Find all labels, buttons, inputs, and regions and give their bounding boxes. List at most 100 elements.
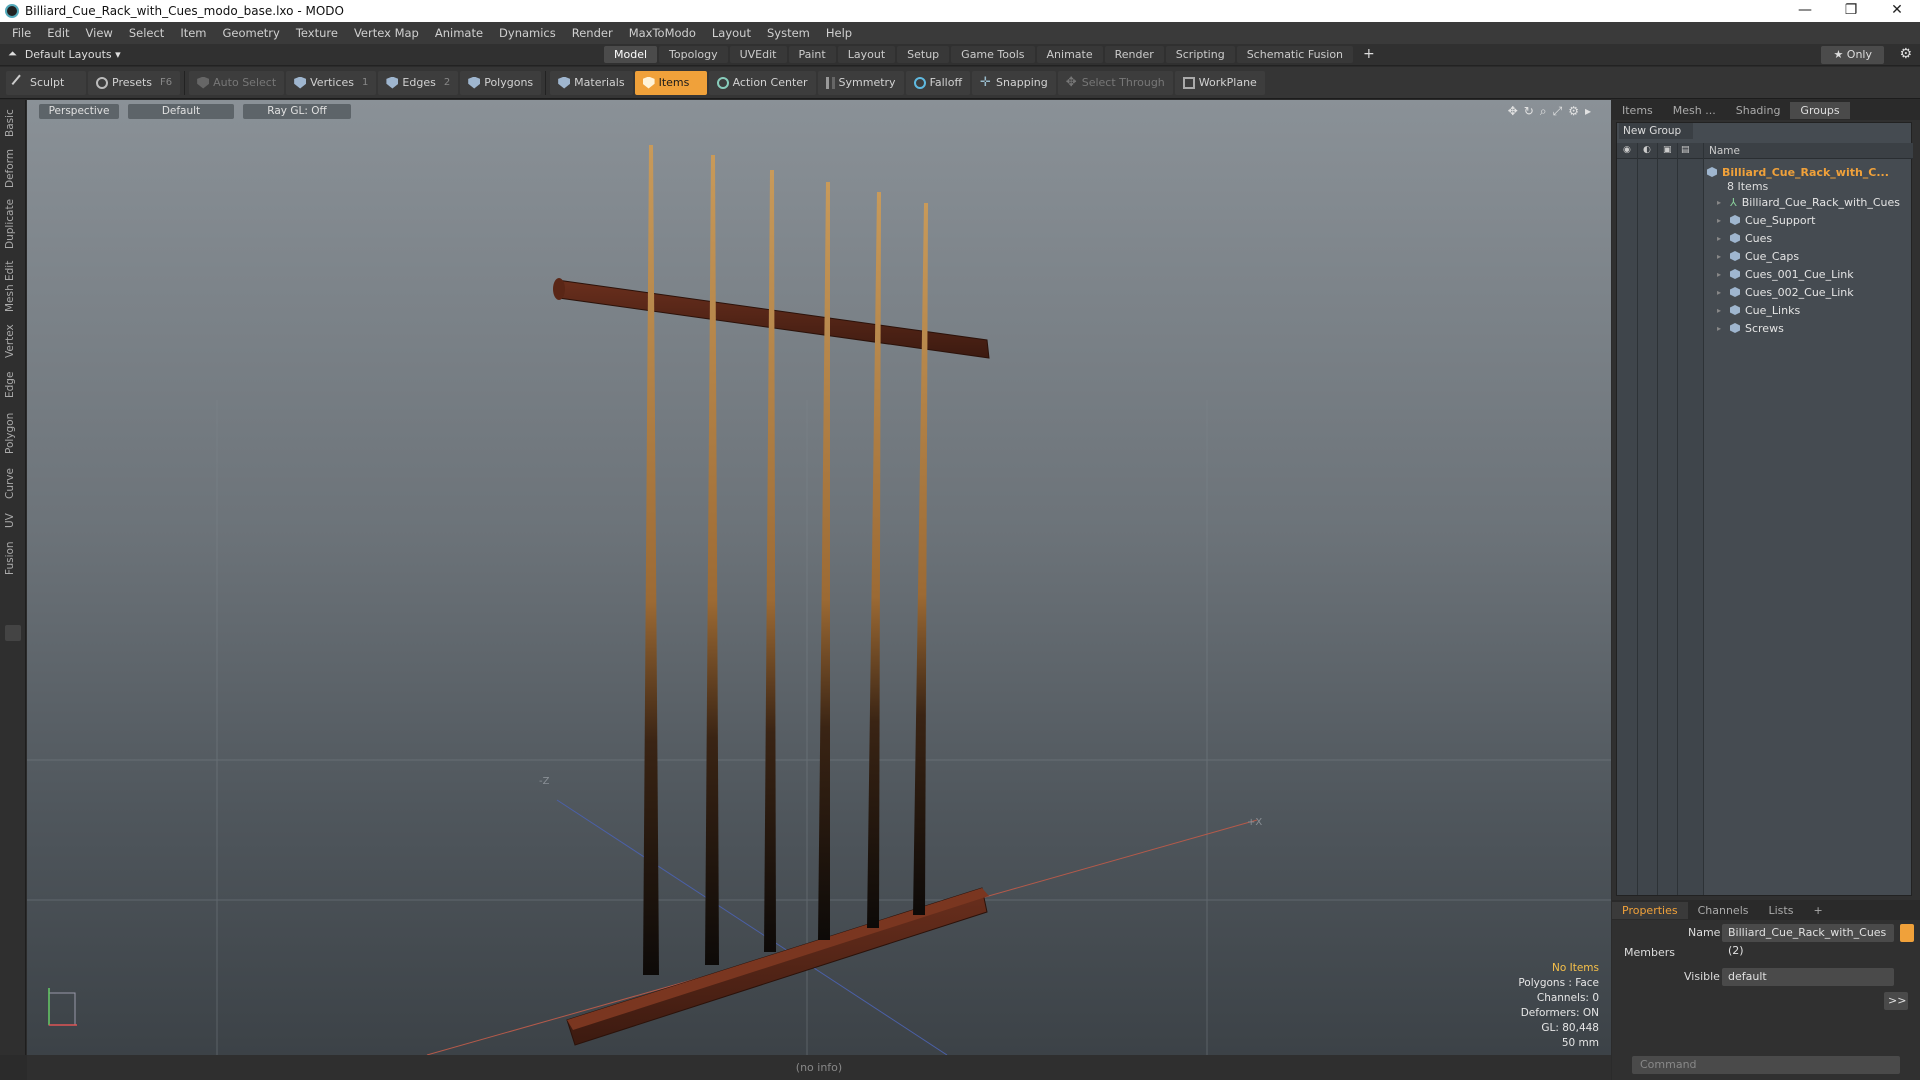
list-item[interactable]: ▸ Cue_Support <box>1717 211 1815 229</box>
action-center-icon <box>716 76 729 89</box>
list-item[interactable]: ▸ Cues_002_Cue_Link <box>1717 283 1854 301</box>
axis-x-label: +X <box>1247 817 1262 828</box>
tab-uv[interactable]: UV <box>4 510 22 532</box>
polygons-button[interactable]: Polygons <box>460 70 542 95</box>
menu-maxtomodo[interactable]: MaxToModo <box>621 26 704 40</box>
expand-toolbox-button[interactable] <box>5 625 21 641</box>
presets-label: Presets <box>112 76 153 89</box>
menu-animate[interactable]: Animate <box>427 26 491 40</box>
tab-model[interactable]: Model <box>604 46 658 63</box>
tab-groups[interactable]: Groups <box>1790 101 1850 119</box>
auto-select-button[interactable]: Auto Select <box>189 70 285 95</box>
gear-icon[interactable]: ⚙ <box>1899 46 1912 62</box>
expand-arrow-icon[interactable]: ▸ <box>1717 288 1725 297</box>
3d-viewport[interactable]: Perspective Default Ray GL: Off ✥ ↻ ⌕ ⤢ … <box>27 100 1611 1055</box>
close-button[interactable]: ✕ <box>1874 0 1920 22</box>
vertices-button[interactable]: Vertices 1 <box>286 70 377 95</box>
minimize-button[interactable]: — <box>1782 0 1828 22</box>
restore-button[interactable]: ❐ <box>1828 0 1874 22</box>
menu-help[interactable]: Help <box>818 26 860 40</box>
tab-items[interactable]: Items <box>1612 102 1663 119</box>
menu-edit[interactable]: Edit <box>39 26 77 40</box>
menu-render[interactable]: Render <box>564 26 621 40</box>
presets-shortcut: F6 <box>160 77 173 88</box>
edges-button[interactable]: Edges 2 <box>378 70 459 95</box>
symmetry-button[interactable]: Symmetry <box>817 70 904 95</box>
list-item[interactable]: ▸ Cue_Links <box>1717 301 1800 319</box>
menu-layout[interactable]: Layout <box>704 26 759 40</box>
expand-arrow-icon[interactable]: ▸ <box>1717 324 1725 333</box>
expand-arrow-icon[interactable]: ▸ <box>1717 306 1725 315</box>
expand-arrow-icon[interactable]: ▸ <box>1717 270 1725 279</box>
list-item[interactable]: ▸ Cues_001_Cue_Link <box>1717 265 1854 283</box>
layout-collapse-icon[interactable]: ⏶ <box>8 47 17 61</box>
expand-arrow-icon[interactable]: ▸ <box>1717 234 1725 243</box>
tab-shading[interactable]: Shading <box>1726 102 1791 119</box>
tab-scripting[interactable]: Scripting <box>1165 46 1235 63</box>
name-options-button[interactable] <box>1900 924 1914 942</box>
tab-properties[interactable]: Properties <box>1612 901 1688 919</box>
menu-geometry[interactable]: Geometry <box>215 26 288 40</box>
tab-mesh-edit[interactable]: Mesh Edit <box>4 258 22 314</box>
name-field[interactable]: Billiard_Cue_Rack_with_Cues (2) <box>1722 924 1894 957</box>
axis-gizmo <box>48 988 77 1026</box>
falloff-button[interactable]: Falloff <box>905 70 971 95</box>
tab-layout[interactable]: Layout <box>837 46 896 63</box>
default-layouts-dropdown[interactable]: Default Layouts ▾ <box>25 48 121 61</box>
only-button[interactable]: ★ Only <box>1821 46 1884 64</box>
snapping-button[interactable]: ✛ Snapping <box>972 70 1056 95</box>
tab-uvedit[interactable]: UVEdit <box>729 46 787 63</box>
list-item[interactable]: ▸ ⅄ Billiard_Cue_Rack_with_Cues <box>1717 193 1900 211</box>
expand-arrow-icon[interactable]: ▸ <box>1717 216 1725 225</box>
menu-dynamics[interactable]: Dynamics <box>491 26 564 40</box>
tab-topology[interactable]: Topology <box>659 46 728 63</box>
menu-view[interactable]: View <box>78 26 121 40</box>
list-item[interactable]: ▸ Screws <box>1717 319 1784 337</box>
menu-item[interactable]: Item <box>172 26 214 40</box>
workplane-button[interactable]: WorkPlane <box>1174 70 1265 95</box>
tab-fusion[interactable]: Fusion <box>4 538 22 578</box>
item-label: Cue_Links <box>1745 303 1801 317</box>
expand-arrow-icon[interactable]: ▸ <box>1717 198 1725 207</box>
add-properties-tab-button[interactable]: + <box>1803 902 1832 919</box>
more-button[interactable]: >> <box>1884 992 1908 1010</box>
tab-vertex[interactable]: Vertex <box>4 320 22 362</box>
action-center-button[interactable]: Action Center <box>708 70 816 95</box>
menu-file[interactable]: File <box>4 26 39 40</box>
tab-duplicate[interactable]: Duplicate <box>4 196 22 252</box>
locator-icon: ⅄ <box>1730 195 1737 209</box>
menu-texture[interactable]: Texture <box>288 26 346 40</box>
presets-button[interactable]: Presets F6 <box>88 70 181 95</box>
tab-schematic-fusion[interactable]: Schematic Fusion <box>1236 46 1354 63</box>
tab-animate[interactable]: Animate <box>1036 46 1103 63</box>
tab-polygon[interactable]: Polygon <box>4 408 22 458</box>
tab-setup[interactable]: Setup <box>897 46 950 63</box>
tab-deform[interactable]: Deform <box>4 146 22 190</box>
tab-render[interactable]: Render <box>1104 46 1164 63</box>
tab-game-tools[interactable]: Game Tools <box>951 46 1035 63</box>
item-label: Cue_Support <box>1745 213 1816 227</box>
add-tab-button[interactable]: + <box>1355 46 1383 63</box>
materials-button[interactable]: Materials <box>550 70 633 95</box>
expand-arrow-icon[interactable]: ▸ <box>1717 252 1725 261</box>
members-section-header[interactable]: Members <box>1624 946 1675 959</box>
command-input[interactable]: Command <box>1632 1056 1900 1074</box>
sculpt-button[interactable]: Sculpt <box>6 70 86 95</box>
menu-select[interactable]: Select <box>121 26 172 40</box>
list-item[interactable]: ▸ Cue_Caps <box>1717 247 1799 265</box>
viewport-info-overlay: No Items Polygons : Face Channels: 0 Def… <box>1518 961 1599 1051</box>
tab-mesh[interactable]: Mesh ... <box>1663 102 1726 119</box>
select-through-button[interactable]: ✥ Select Through <box>1057 70 1173 95</box>
tab-channels[interactable]: Channels <box>1688 902 1759 919</box>
tab-paint[interactable]: Paint <box>788 46 836 63</box>
tab-edge[interactable]: Edge <box>4 368 22 402</box>
tab-lists[interactable]: Lists <box>1759 902 1804 919</box>
list-item[interactable]: ▸ Cues <box>1717 229 1772 247</box>
items-button[interactable]: Items <box>634 70 707 95</box>
visible-dropdown[interactable]: default <box>1722 968 1894 986</box>
tab-curve[interactable]: Curve <box>4 464 22 504</box>
new-group-button[interactable]: New Group <box>1619 123 1693 139</box>
menu-vertex-map[interactable]: Vertex Map <box>346 26 427 40</box>
tab-basic[interactable]: Basic <box>4 106 22 140</box>
menu-system[interactable]: System <box>759 26 818 40</box>
